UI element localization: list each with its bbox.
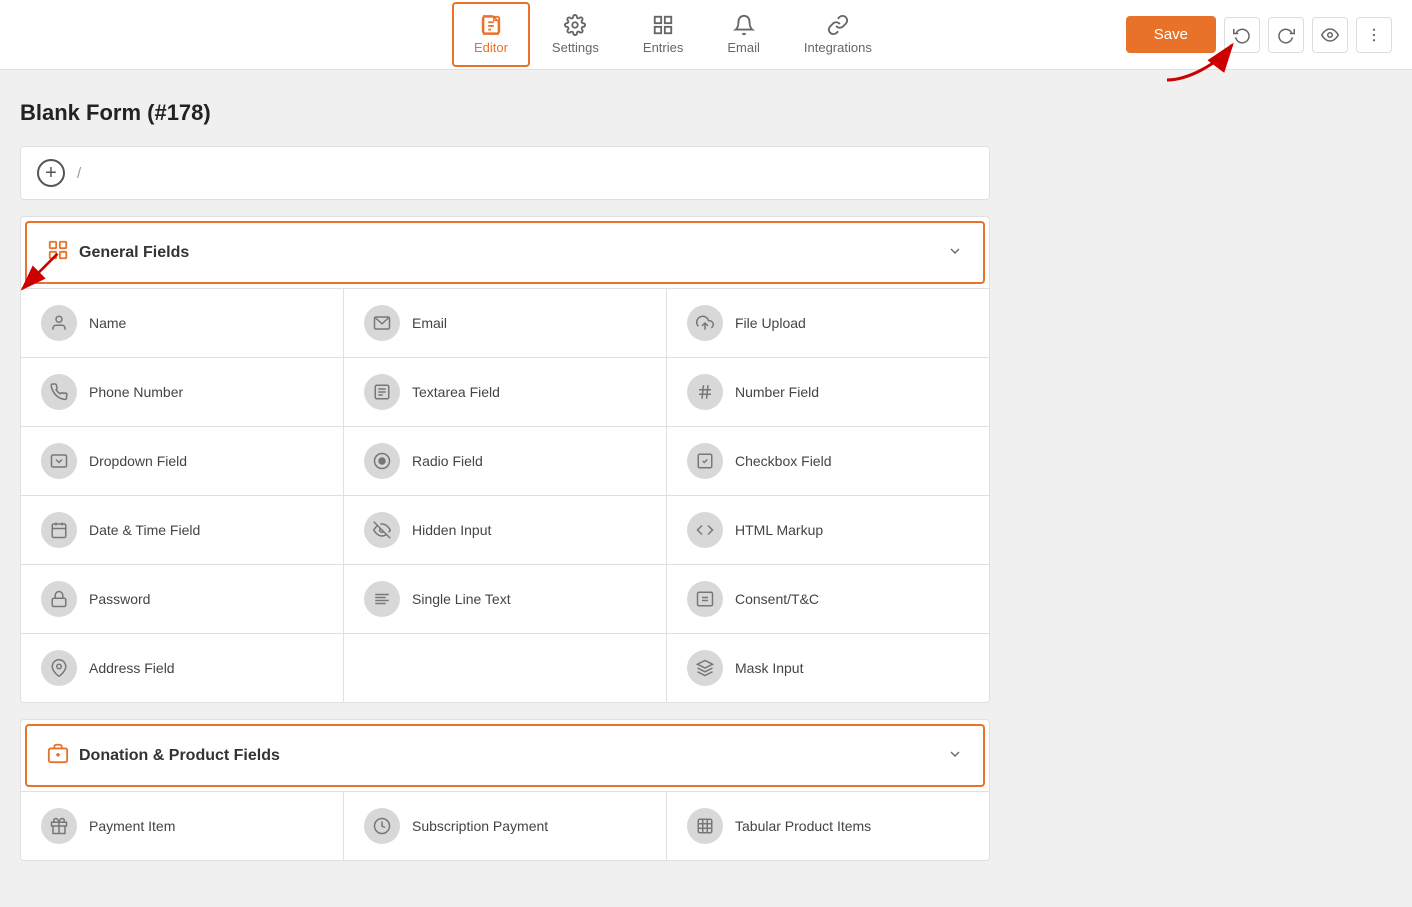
section-donation: Donation & Product Fields	[20, 719, 990, 861]
field-mask-label: Mask Input	[735, 660, 803, 676]
donation-fields-chevron	[947, 746, 963, 765]
integrations-icon	[827, 14, 849, 36]
field-html[interactable]: HTML Markup	[667, 496, 989, 564]
field-email-label: Email	[412, 315, 447, 331]
field-consent[interactable]: Consent/T&C	[667, 565, 989, 633]
nav-item-editor[interactable]: Editor	[452, 2, 530, 67]
settings-icon	[564, 14, 586, 36]
section-title-donation: Donation & Product Fields	[47, 742, 280, 769]
field-html-label: HTML Markup	[735, 522, 823, 538]
more-icon	[1365, 26, 1383, 44]
field-textarea-label: Textarea Field	[412, 384, 500, 400]
field-radio-label: Radio Field	[412, 453, 483, 469]
field-hidden[interactable]: Hidden Input	[344, 496, 666, 564]
nav-center: Editor Settings Entries	[452, 2, 894, 67]
section-header-donation[interactable]: Donation & Product Fields	[25, 724, 985, 787]
field-email[interactable]: Email	[344, 289, 666, 357]
entries-icon	[652, 14, 674, 36]
field-dropdown[interactable]: Dropdown Field	[21, 427, 343, 495]
field-subscription[interactable]: Subscription Payment	[344, 792, 666, 860]
undo-icon	[1233, 26, 1251, 44]
section-header-general[interactable]: General Fields	[25, 221, 985, 284]
page-title: Blank Form (#178)	[20, 100, 1382, 126]
field-consent-label: Consent/T&C	[735, 591, 819, 607]
general-fields-icon	[47, 239, 69, 266]
field-file-upload[interactable]: File Upload	[667, 289, 989, 357]
donation-fields-grid: Payment Item Subscription Payment	[21, 791, 989, 860]
field-single-line-label: Single Line Text	[412, 591, 511, 607]
field-datetime-label: Date & Time Field	[89, 522, 200, 538]
field-name[interactable]: Name	[21, 289, 343, 357]
field-payment-item[interactable]: Payment Item	[21, 792, 343, 860]
email-label: Email	[727, 40, 760, 55]
field-checkbox[interactable]: Checkbox Field	[667, 427, 989, 495]
add-row[interactable]: + /	[20, 146, 990, 200]
field-payment-item-label: Payment Item	[89, 818, 175, 834]
field-tabular-label: Tabular Product Items	[735, 818, 871, 834]
editor-icon	[480, 14, 502, 36]
nav-item-settings[interactable]: Settings	[530, 2, 621, 67]
field-password-label: Password	[89, 591, 150, 607]
nav-right: Save	[1126, 16, 1392, 53]
field-phone-label: Phone Number	[89, 384, 183, 400]
general-fields-chevron	[947, 243, 963, 262]
save-button[interactable]: Save	[1126, 16, 1216, 53]
field-number-label: Number Field	[735, 384, 819, 400]
integrations-label: Integrations	[804, 40, 872, 55]
field-single-line[interactable]: Single Line Text	[344, 565, 666, 633]
email-nav-icon	[733, 14, 755, 36]
entries-label: Entries	[643, 40, 683, 55]
preview-button[interactable]	[1312, 17, 1348, 53]
field-address-label: Address Field	[89, 660, 175, 676]
page-content: Blank Form (#178) + /	[0, 70, 1412, 907]
field-number[interactable]: Number Field	[667, 358, 989, 426]
field-checkbox-label: Checkbox Field	[735, 453, 832, 469]
nav-item-entries[interactable]: Entries	[621, 2, 705, 67]
top-nav: Editor Settings Entries	[0, 0, 1412, 70]
field-tabular[interactable]: Tabular Product Items	[667, 792, 989, 860]
nav-item-email[interactable]: Email	[705, 2, 782, 67]
field-address[interactable]: Address Field	[21, 634, 343, 702]
general-fields-grid: Name Email	[21, 288, 989, 702]
undo-button[interactable]	[1224, 17, 1260, 53]
more-button[interactable]	[1356, 17, 1392, 53]
form-builder: + / G	[20, 146, 990, 861]
redo-icon	[1277, 26, 1295, 44]
page-wrapper: Blank Form (#178) + /	[0, 70, 1412, 907]
editor-label: Editor	[474, 40, 508, 55]
field-subscription-label: Subscription Payment	[412, 818, 548, 834]
field-datetime[interactable]: Date & Time Field	[21, 496, 343, 564]
add-field-button[interactable]: +	[37, 159, 65, 187]
field-textarea[interactable]: Textarea Field	[344, 358, 666, 426]
redo-button[interactable]	[1268, 17, 1304, 53]
field-password[interactable]: Password	[21, 565, 343, 633]
add-row-slash: /	[77, 165, 81, 182]
field-file-upload-label: File Upload	[735, 315, 806, 331]
field-spacer	[344, 634, 666, 702]
field-hidden-label: Hidden Input	[412, 522, 491, 538]
section-general: General Fields	[20, 216, 990, 703]
field-name-label: Name	[89, 315, 126, 331]
eye-icon	[1321, 26, 1339, 44]
field-dropdown-label: Dropdown Field	[89, 453, 187, 469]
donation-fields-icon	[47, 742, 69, 769]
field-mask[interactable]: Mask Input	[667, 634, 989, 702]
section-title-general: General Fields	[47, 239, 189, 266]
nav-item-integrations[interactable]: Integrations	[782, 2, 894, 67]
settings-label: Settings	[552, 40, 599, 55]
field-radio[interactable]: Radio Field	[344, 427, 666, 495]
field-phone-number[interactable]: Phone Number	[21, 358, 343, 426]
